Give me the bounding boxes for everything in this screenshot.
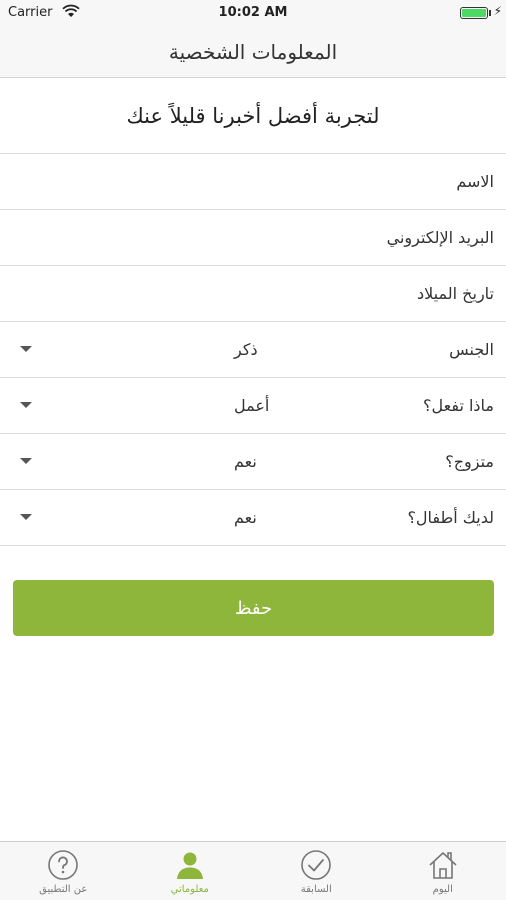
- married-select[interactable]: متزوج؟ نعم: [0, 434, 506, 490]
- tab-about[interactable]: عن التطبيق: [0, 842, 127, 900]
- tab-my-info-label: معلوماتي: [170, 884, 209, 895]
- chevron-down-icon[interactable]: [20, 514, 32, 520]
- status-time: 10:02 AM: [218, 5, 288, 20]
- gender-value: ذكر: [234, 340, 258, 359]
- children-label: لديك أطفال؟: [407, 508, 494, 527]
- email-field[interactable]: البريد الإلكتروني: [0, 210, 506, 266]
- check-icon: [299, 848, 333, 882]
- navigation-bar: المعلومات الشخصية: [0, 26, 506, 78]
- gender-label: الجنس: [449, 340, 494, 359]
- charging-icon: ⚡: [493, 4, 502, 18]
- married-label: متزوج؟: [445, 452, 494, 471]
- tab-bar: عن التطبيق معلوماتي السابقة اليوم: [0, 841, 506, 900]
- name-label: الاسم: [456, 172, 494, 191]
- chevron-down-icon[interactable]: [20, 402, 32, 408]
- page-title: المعلومات الشخصية: [168, 39, 338, 64]
- children-value: نعم: [234, 508, 257, 527]
- tab-my-info[interactable]: معلوماتي: [127, 842, 254, 900]
- email-label: البريد الإلكتروني: [386, 228, 494, 247]
- tab-about-label: عن التطبيق: [39, 884, 88, 895]
- tab-previous[interactable]: السابقة: [253, 842, 380, 900]
- chevron-down-icon[interactable]: [20, 346, 32, 352]
- occupation-value: أعمل: [234, 396, 270, 415]
- status-bar: Carrier 10:02 AM ⚡: [0, 0, 506, 26]
- gender-select[interactable]: الجنس ذكر: [0, 322, 506, 378]
- birthdate-field[interactable]: تاريخ الميلاد: [0, 266, 506, 322]
- chevron-down-icon[interactable]: [20, 458, 32, 464]
- name-field[interactable]: الاسم: [0, 154, 506, 210]
- intro-banner: لتجربة أفضل أخبرنا قليلاً عنك: [0, 78, 506, 154]
- children-select[interactable]: لديك أطفال؟ نعم: [0, 490, 506, 546]
- tab-today[interactable]: اليوم: [380, 842, 506, 900]
- married-value: نعم: [234, 452, 257, 471]
- tab-today-label: اليوم: [432, 884, 453, 895]
- intro-text: لتجربة أفضل أخبرنا قليلاً عنك: [126, 103, 380, 128]
- battery-icon: [460, 7, 488, 19]
- save-button[interactable]: حفظ: [13, 580, 494, 636]
- battery-tip: [489, 10, 491, 16]
- person-icon: [173, 848, 207, 882]
- birthdate-label: تاريخ الميلاد: [417, 284, 494, 303]
- question-icon: [46, 848, 80, 882]
- tab-previous-label: السابقة: [300, 884, 332, 895]
- occupation-label: ماذا تفعل؟: [423, 396, 494, 415]
- occupation-select[interactable]: ماذا تفعل؟ أعمل: [0, 378, 506, 434]
- home-icon: [426, 848, 460, 882]
